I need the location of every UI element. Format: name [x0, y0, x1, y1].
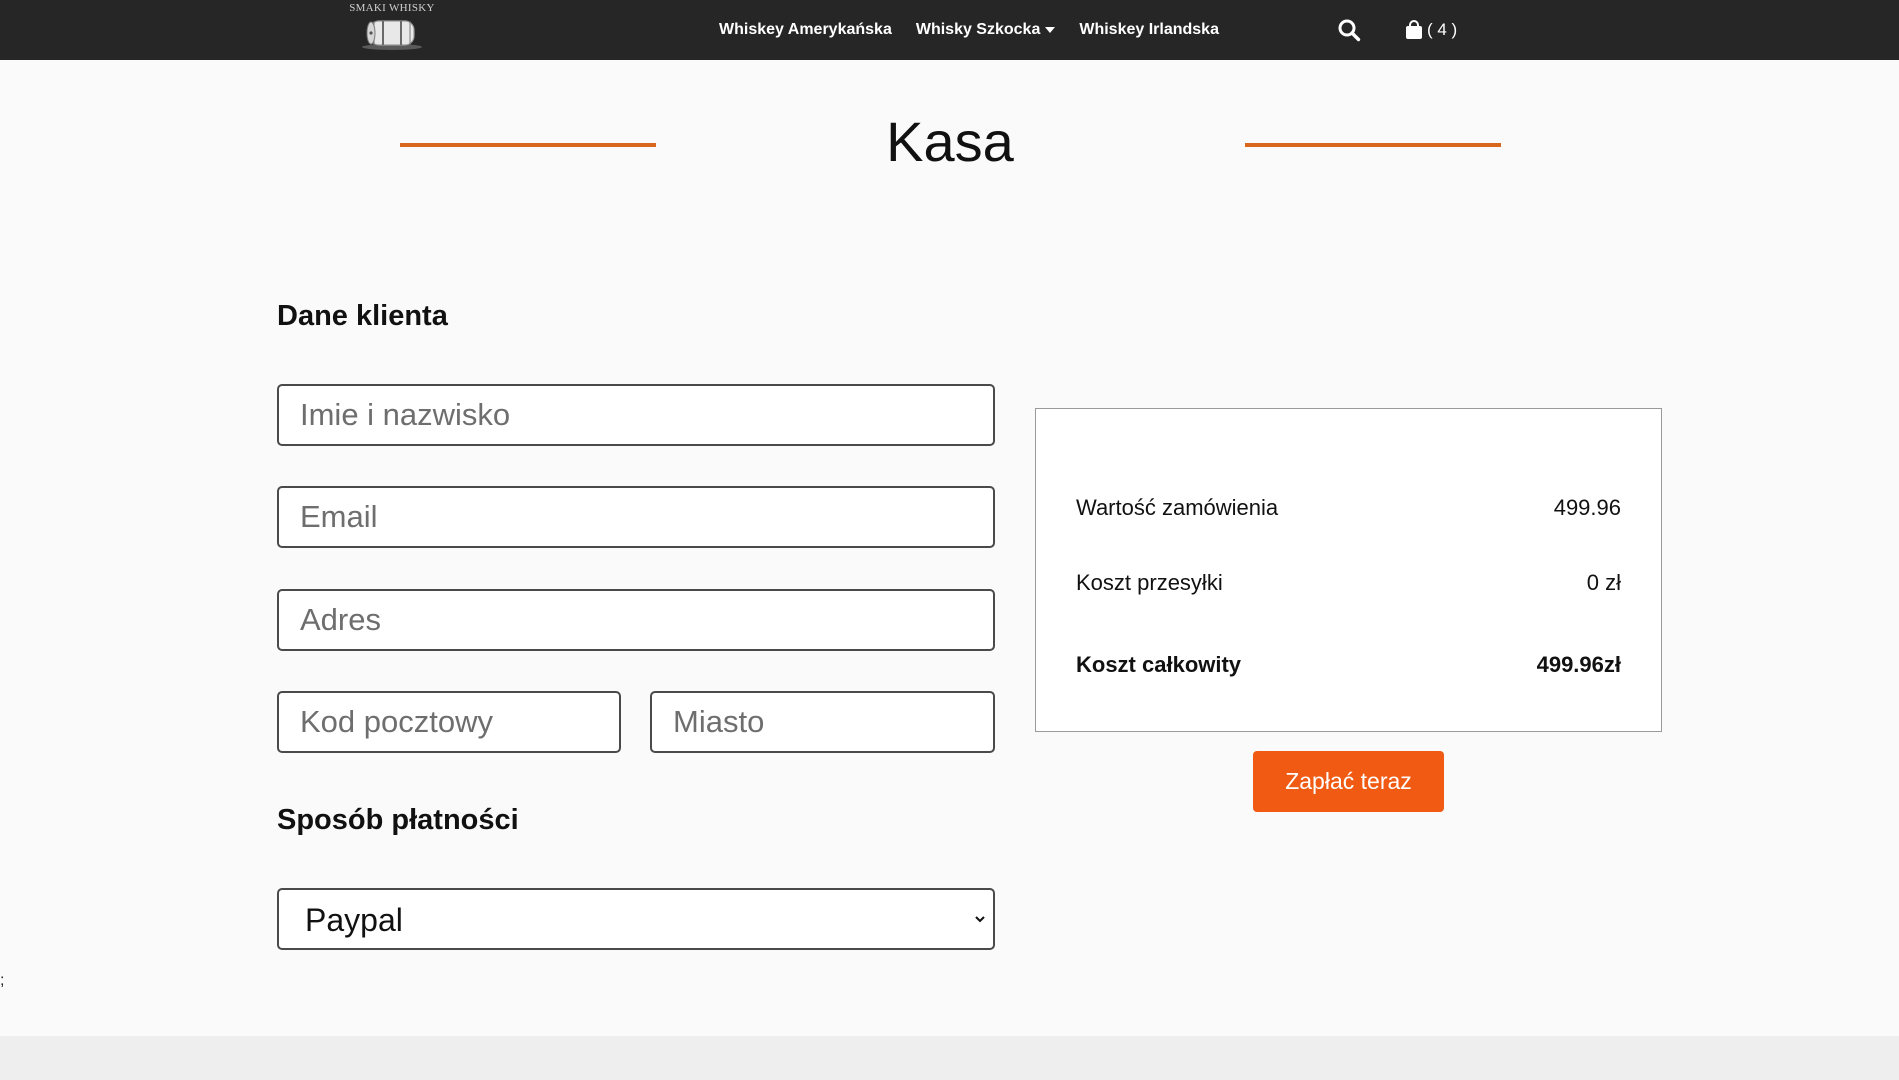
shipping-cost-row: Koszt przesyłki 0 zł	[1076, 570, 1621, 596]
nav-label: Whiskey Irlandska	[1079, 21, 1219, 38]
order-value-label: Wartość zamówienia	[1076, 495, 1279, 520]
total-cost-label: Koszt całkowity	[1076, 652, 1242, 677]
nav-whiskey-amerykanska[interactable]: Whiskey Amerykańska	[719, 21, 892, 39]
city-input[interactable]	[650, 691, 995, 753]
total-cost-row: Koszt całkowity 499.96zł	[1076, 652, 1621, 678]
barrel-logo-icon	[362, 20, 422, 50]
search-icon[interactable]	[1337, 18, 1361, 42]
customer-data-heading: Dane klienta	[277, 300, 448, 332]
address-input[interactable]	[277, 589, 995, 651]
order-value-amount: 499.96	[1553, 495, 1621, 520]
footer	[0, 1036, 1899, 1080]
shopping-bag-icon	[1406, 20, 1422, 39]
top-navbar: SMAKI WHISKY Whiskey Amerykańska Whisky …	[0, 0, 1899, 60]
chevron-down-icon	[975, 916, 985, 923]
cart-button[interactable]: ( 4 )	[1405, 16, 1457, 44]
payment-method-heading: Sposób płatności	[277, 804, 519, 836]
nav-whisky-szkocka-dropdown[interactable]: Whisky Szkocka	[916, 21, 1056, 39]
stray-text: ;	[0, 972, 5, 989]
postal-code-input[interactable]	[277, 691, 621, 753]
order-summary-box: Wartość zamówienia 499.96 Koszt przesyłk…	[1035, 408, 1662, 732]
nav-label: Whisky Szkocka	[915, 21, 1041, 38]
pay-now-button[interactable]: Zapłać teraz	[1253, 751, 1444, 812]
logo-text: SMAKI WHISKY	[349, 2, 435, 14]
title-decor-line-left	[400, 143, 656, 147]
full-name-input[interactable]	[277, 384, 995, 446]
nav-label: Whiskey Amerykańska	[719, 21, 892, 38]
total-cost-amount: 499.96zł	[1536, 652, 1621, 677]
payment-method-select[interactable]: Paypal	[277, 888, 995, 950]
title-decor-line-right	[1245, 143, 1501, 147]
page-title: Kasa	[886, 110, 1014, 173]
cart-count: ( 4 )	[1427, 20, 1458, 39]
payment-method-value: Paypal	[305, 902, 403, 938]
nav-whiskey-irlandska[interactable]: Whiskey Irlandska	[1079, 21, 1219, 39]
caret-down-icon	[1045, 27, 1056, 33]
main-nav: Whiskey Amerykańska Whisky Szkocka Whisk…	[719, 0, 1243, 60]
shipping-cost-label: Koszt przesyłki	[1076, 570, 1223, 595]
order-value-row: Wartość zamówienia 499.96	[1076, 495, 1621, 521]
shipping-cost-amount: 0 zł	[1586, 570, 1621, 595]
email-input[interactable]	[277, 486, 995, 548]
site-logo[interactable]: SMAKI WHISKY	[348, 2, 436, 54]
